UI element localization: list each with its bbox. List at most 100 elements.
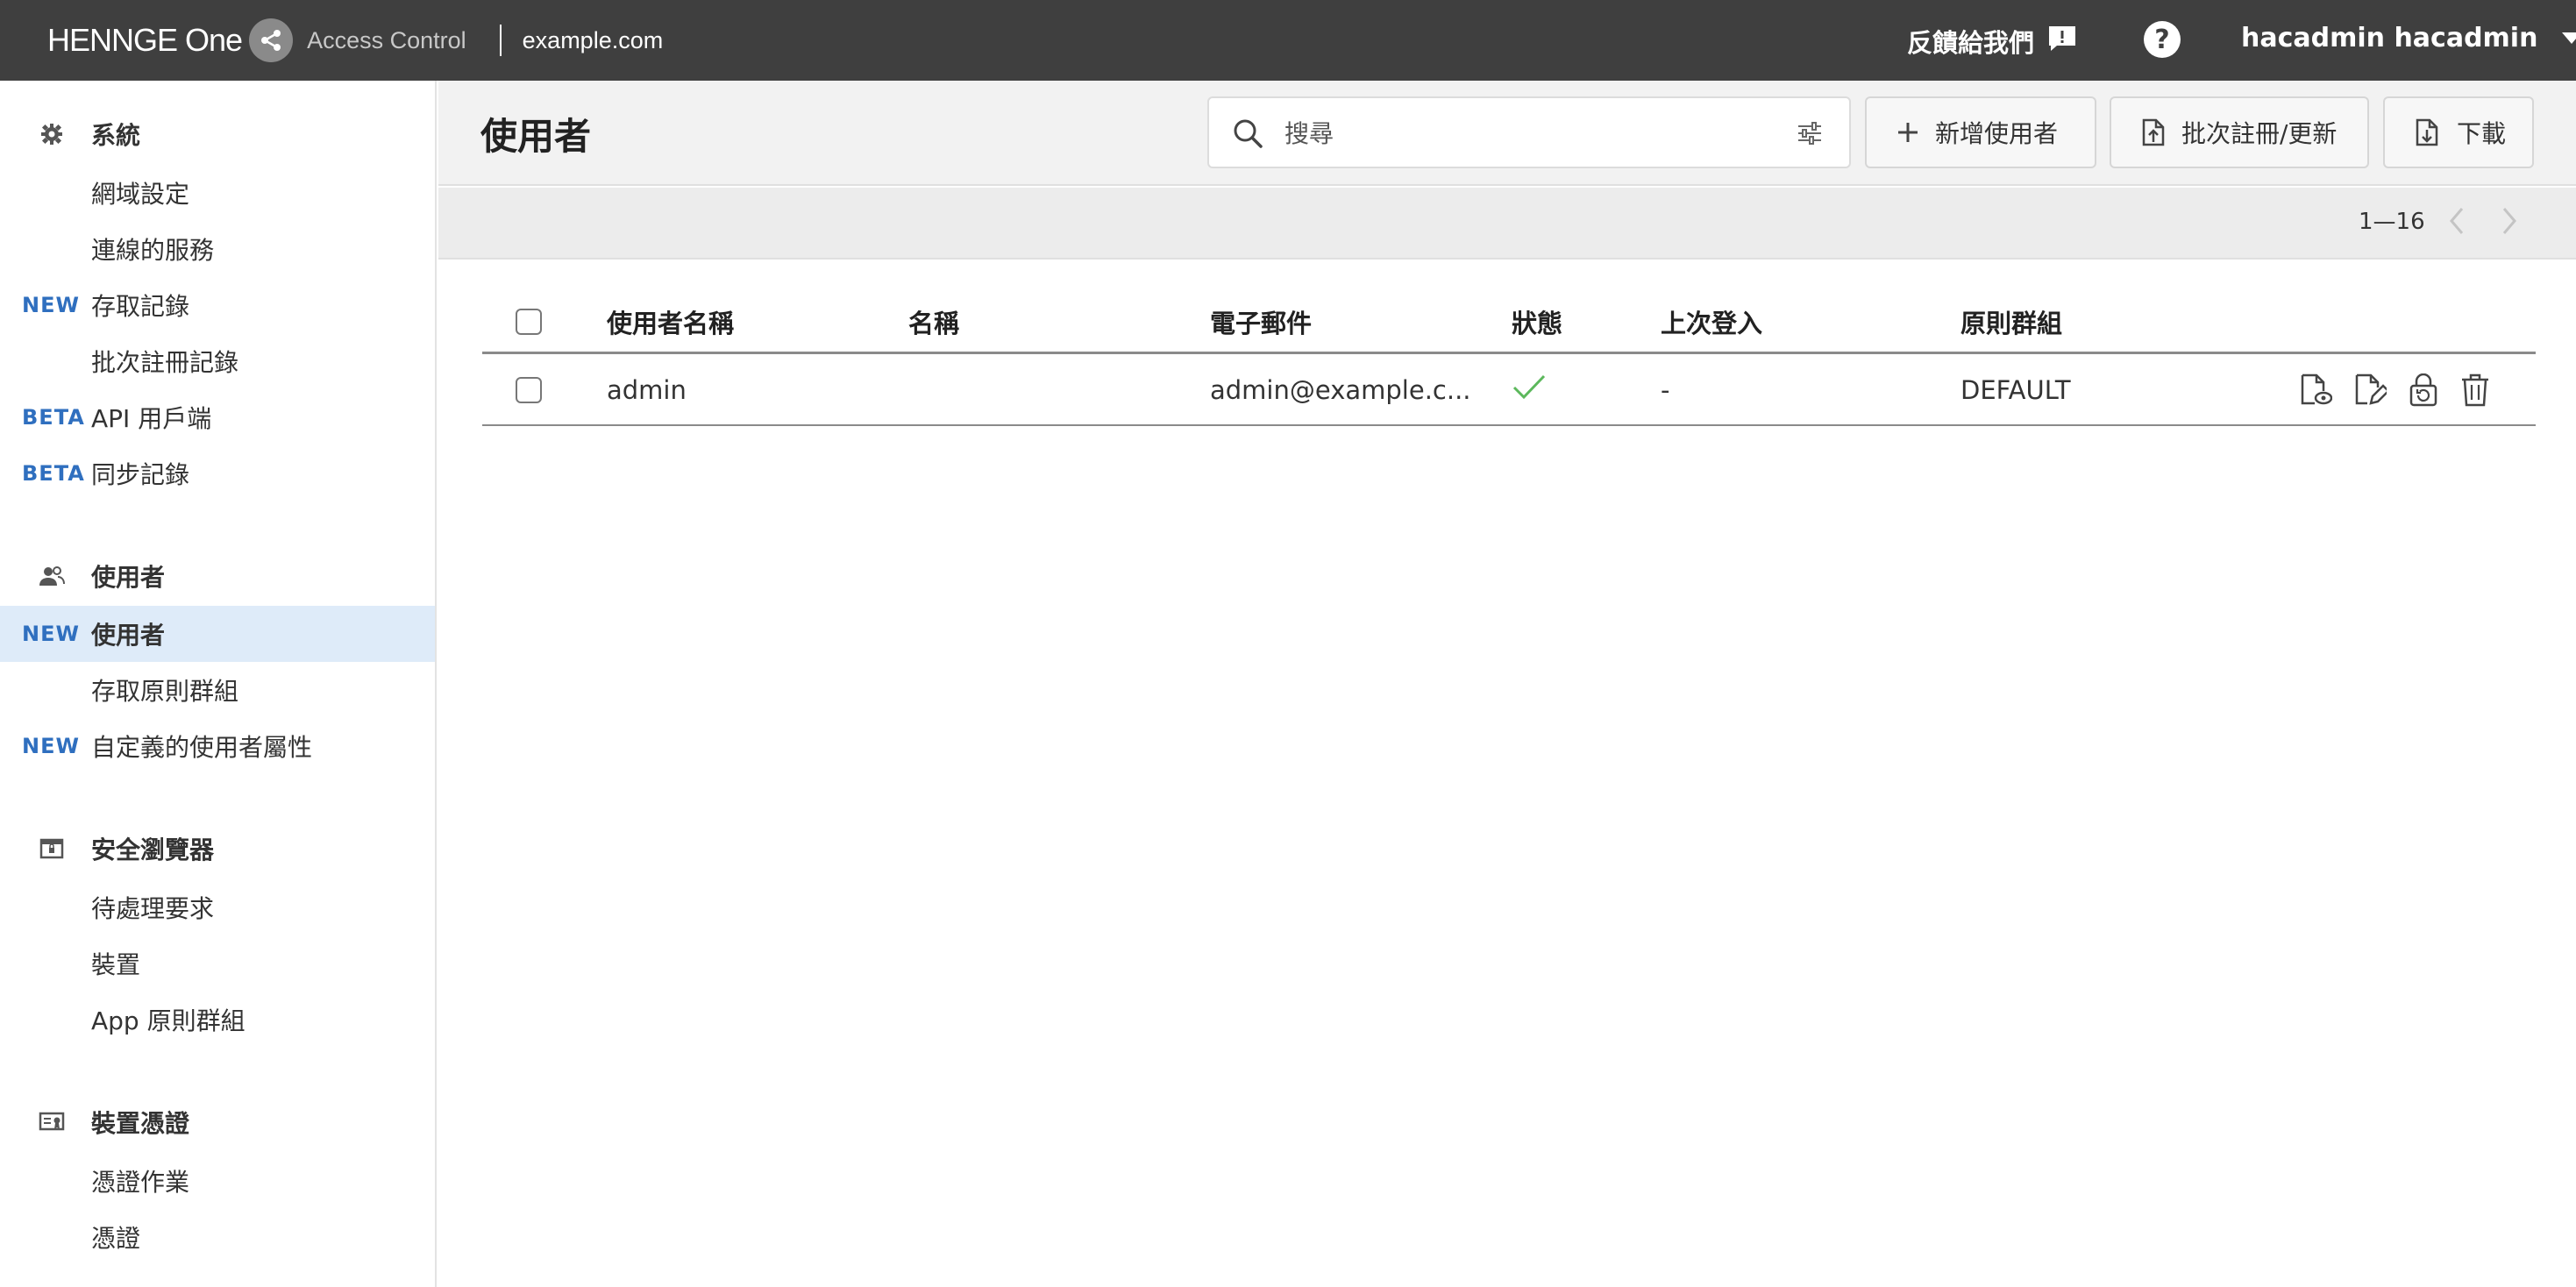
sidebar-item-certificates[interactable]: 憑證 — [0, 1209, 435, 1265]
file-upload-icon — [2141, 118, 2166, 146]
sidebar-item-sync-logs[interactable]: BETA 同步記錄 — [0, 445, 435, 501]
column-header-status[interactable]: 狀態 — [1512, 291, 1652, 352]
column-header-policy-group[interactable]: 原則群組 — [1960, 291, 2250, 352]
column-header-username[interactable]: 使用者名稱 — [607, 291, 896, 352]
gear-icon — [39, 121, 65, 147]
product-name: Access Control — [307, 26, 466, 53]
cell-username[interactable]: admin — [607, 356, 896, 424]
row-actions — [2299, 356, 2511, 424]
search-input[interactable] — [1284, 114, 1775, 153]
user-name: hacadmin hacadmin — [2241, 23, 2538, 53]
brand-name: HENNGE One — [47, 22, 243, 58]
sidebar-item-access-policy-groups[interactable]: 存取原則群組 — [0, 662, 435, 718]
sidebar-item-label: App 原則群組 — [91, 1006, 246, 1035]
column-header-email[interactable]: 電子郵件 — [1210, 291, 1499, 352]
page-toolbar: 使用者 新增使用者 批次註冊/更新 下載 — [438, 81, 2576, 186]
sidebar-item-access-logs[interactable]: NEW 存取記錄 — [0, 277, 435, 333]
nav-badge-new: NEW — [22, 734, 80, 758]
sidebar-section-title: 使用者 — [91, 563, 166, 592]
select-all-checkbox-cell — [516, 291, 542, 352]
sidebar-item-label: API 用戶端 — [91, 404, 212, 433]
sidebar-item-label: 憑證作業 — [91, 1168, 190, 1197]
help-icon: ? — [2154, 24, 2170, 55]
bulk-label: 批次註冊/更新 — [2181, 119, 2338, 148]
nav-badge-beta: BETA — [22, 405, 85, 430]
sidebar-item-label: 待處理要求 — [91, 894, 215, 923]
sidebar-section-title: 系統 — [91, 121, 141, 150]
sidebar-item-devices[interactable]: 裝置 — [0, 935, 435, 992]
chevron-left-icon[interactable] — [2446, 205, 2467, 240]
user-menu[interactable]: hacadmin hacadmin — [2241, 23, 2576, 53]
header-divider — [499, 25, 502, 56]
sidebar-item-domain-settings[interactable]: 網域設定 — [0, 165, 435, 221]
current-domain: example.com — [522, 26, 664, 53]
sidebar-item-certificate-jobs[interactable]: 憑證作業 — [0, 1153, 435, 1209]
column-header-last-login[interactable]: 上次登入 — [1661, 291, 1950, 352]
secure-browser-icon — [39, 835, 65, 862]
sidebar-item-users[interactable]: NEW 使用者 — [0, 606, 435, 662]
share-logo-icon — [249, 18, 294, 62]
row-checkbox-cell — [516, 356, 542, 424]
sidebar-section-secure-browser: 安全瀏覽器 — [0, 827, 437, 871]
sidebar-section-title: 安全瀏覽器 — [91, 835, 215, 864]
brand[interactable]: HENNGE One Access Control example.com — [47, 0, 663, 81]
cell-policy-group: DEFAULT — [1960, 375, 2071, 405]
check-icon — [1512, 373, 1547, 408]
cell-status — [1512, 356, 1652, 424]
nav-badge-new: NEW — [22, 622, 80, 646]
sidebar-item-api-clients[interactable]: BETA API 用戶端 — [0, 389, 435, 445]
sidebar-item-label: 憑證 — [91, 1224, 141, 1253]
sidebar-item-label: 存取原則群組 — [91, 677, 239, 706]
sidebar-item-app-policy-groups[interactable]: App 原則群組 — [0, 992, 435, 1048]
top-header: HENNGE One Access Control example.com 反饋… — [0, 0, 2576, 81]
sidebar-item-label: 裝置 — [91, 950, 141, 979]
trash-icon[interactable] — [2460, 373, 2490, 407]
row-checkbox[interactable] — [516, 377, 542, 403]
table-row[interactable]: admin admin@example.c... - DEFAULT — [482, 356, 2536, 426]
plus-icon — [1896, 121, 1919, 144]
feedback-icon — [2046, 24, 2078, 60]
sidebar-section-title: 裝置憑證 — [91, 1109, 190, 1138]
sidebar-section-system: 系統 — [0, 112, 437, 156]
sidebar-section-device-certificates: 裝置憑證 — [0, 1100, 437, 1144]
table-header-row: 使用者名稱 名稱 電子郵件 狀態 上次登入 原則群組 — [482, 291, 2536, 354]
sidebar-item-label: 網域設定 — [91, 180, 190, 209]
sidebar-item-label: 自定義的使用者屬性 — [91, 733, 313, 762]
sidebar-item-label: 存取記錄 — [91, 292, 190, 321]
bulk-register-update-button[interactable]: 批次註冊/更新 — [2110, 96, 2369, 168]
download-button[interactable]: 下載 — [2383, 96, 2534, 168]
sidebar: 系統 網域設定 連線的服務 NEW 存取記錄 批次註冊記錄 BETA API 用… — [0, 81, 437, 1287]
caret-down-icon — [2562, 32, 2576, 44]
feedback-label: 反饋給我們 — [1907, 28, 2035, 58]
sidebar-item-label: 使用者 — [91, 621, 166, 650]
select-all-checkbox[interactable] — [516, 308, 542, 335]
pagination-range: 1—16 — [2359, 209, 2425, 235]
chevron-right-icon[interactable] — [2499, 205, 2520, 240]
file-download-icon — [2415, 118, 2441, 146]
sidebar-item-connected-services[interactable]: 連線的服務 — [0, 221, 435, 277]
users-icon — [39, 563, 65, 589]
feedback-button[interactable]: 反饋給我們 — [1907, 23, 2078, 60]
page-title: 使用者 — [480, 115, 592, 158]
add-user-button[interactable]: 新增使用者 — [1865, 96, 2096, 168]
filter-settings-icon[interactable] — [1797, 121, 1823, 149]
sidebar-section-users: 使用者 — [0, 554, 437, 598]
cell-email: admin@example.c... — [1210, 375, 1471, 405]
edit-icon[interactable] — [2353, 373, 2387, 407]
nav-badge-beta: BETA — [22, 461, 85, 486]
sidebar-item-custom-user-attributes[interactable]: NEW 自定義的使用者屬性 — [0, 718, 435, 774]
sidebar-item-label: 批次註冊記錄 — [91, 348, 239, 377]
sidebar-item-label: 同步記錄 — [91, 460, 190, 489]
sidebar-item-bulk-registration-logs[interactable]: 批次註冊記錄 — [0, 333, 435, 389]
reset-lock-icon[interactable] — [2408, 373, 2439, 407]
help-button[interactable]: ? — [2144, 21, 2181, 58]
search-box[interactable] — [1207, 96, 1851, 168]
download-label: 下載 — [2457, 119, 2507, 148]
cell-name — [908, 356, 1198, 424]
sidebar-item-pending-requests[interactable]: 待處理要求 — [0, 879, 435, 935]
view-details-icon[interactable] — [2299, 373, 2332, 407]
nav-badge-new: NEW — [22, 293, 80, 317]
main-content: 使用者 新增使用者 批次註冊/更新 下載 — [438, 81, 2576, 1287]
column-header-name[interactable]: 名稱 — [908, 291, 1198, 352]
pagination-bar: 1—16 — [438, 188, 2576, 260]
